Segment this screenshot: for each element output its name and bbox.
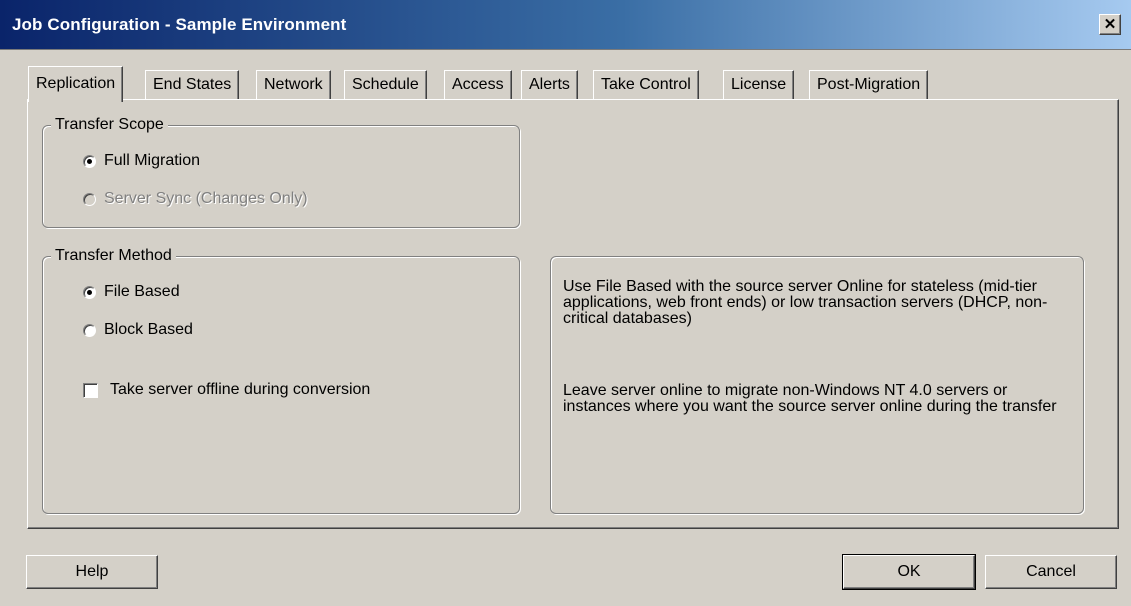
- block-based-label: Block Based: [104, 321, 193, 338]
- tab-post-migration[interactable]: Post-Migration: [809, 70, 929, 100]
- cancel-button[interactable]: Cancel: [985, 555, 1117, 589]
- full-migration-option[interactable]: Full Migration: [83, 152, 200, 170]
- tab-network[interactable]: Network: [256, 70, 331, 100]
- server-sync-label: Server Sync (Changes Only): [104, 190, 308, 207]
- tab-access[interactable]: Access: [444, 70, 512, 100]
- block-based-radio[interactable]: [83, 323, 96, 337]
- server-sync-option: Server Sync (Changes Only): [83, 190, 308, 208]
- take-offline-checkbox[interactable]: [83, 382, 98, 398]
- close-icon[interactable]: ✕: [1099, 14, 1121, 35]
- title-bar: Job Configuration - Sample Environment ✕: [0, 0, 1131, 50]
- info-paragraph-file-based: Use File Based with the source server On…: [563, 278, 1048, 327]
- take-offline-option[interactable]: Take server offline during conversion: [83, 381, 370, 399]
- window-title: Job Configuration - Sample Environment: [12, 15, 347, 34]
- replication-tab-panel: Transfer Scope Full Migration Server Syn…: [27, 99, 1119, 529]
- tab-take-control[interactable]: Take Control: [593, 70, 699, 100]
- full-migration-radio[interactable]: [83, 154, 96, 168]
- tab-end-states[interactable]: End States: [145, 70, 240, 100]
- file-based-option[interactable]: File Based: [83, 283, 180, 301]
- take-offline-label: Take server offline during conversion: [110, 381, 371, 398]
- transfer-method-group: Transfer Method File Based Block Based T…: [42, 246, 520, 514]
- info-paragraph-online: Leave server online to migrate non-Windo…: [563, 382, 1057, 415]
- file-based-radio[interactable]: [83, 285, 96, 299]
- tab-alerts[interactable]: Alerts: [521, 70, 578, 100]
- server-sync-radio: [83, 192, 96, 206]
- ok-button[interactable]: OK: [842, 554, 976, 590]
- transfer-scope-group: Transfer Scope Full Migration Server Syn…: [42, 115, 520, 228]
- transfer-method-legend: Transfer Method: [51, 246, 176, 266]
- block-based-option[interactable]: Block Based: [83, 321, 193, 339]
- tab-license[interactable]: License: [723, 70, 795, 100]
- help-button[interactable]: Help: [26, 555, 158, 589]
- tab-replication[interactable]: Replication: [28, 66, 124, 102]
- file-based-label: File Based: [104, 283, 180, 300]
- full-migration-label: Full Migration: [104, 152, 201, 169]
- transfer-scope-legend: Transfer Scope: [51, 115, 168, 135]
- info-box: Use File Based with the source server On…: [550, 256, 1084, 514]
- tab-schedule[interactable]: Schedule: [344, 70, 427, 100]
